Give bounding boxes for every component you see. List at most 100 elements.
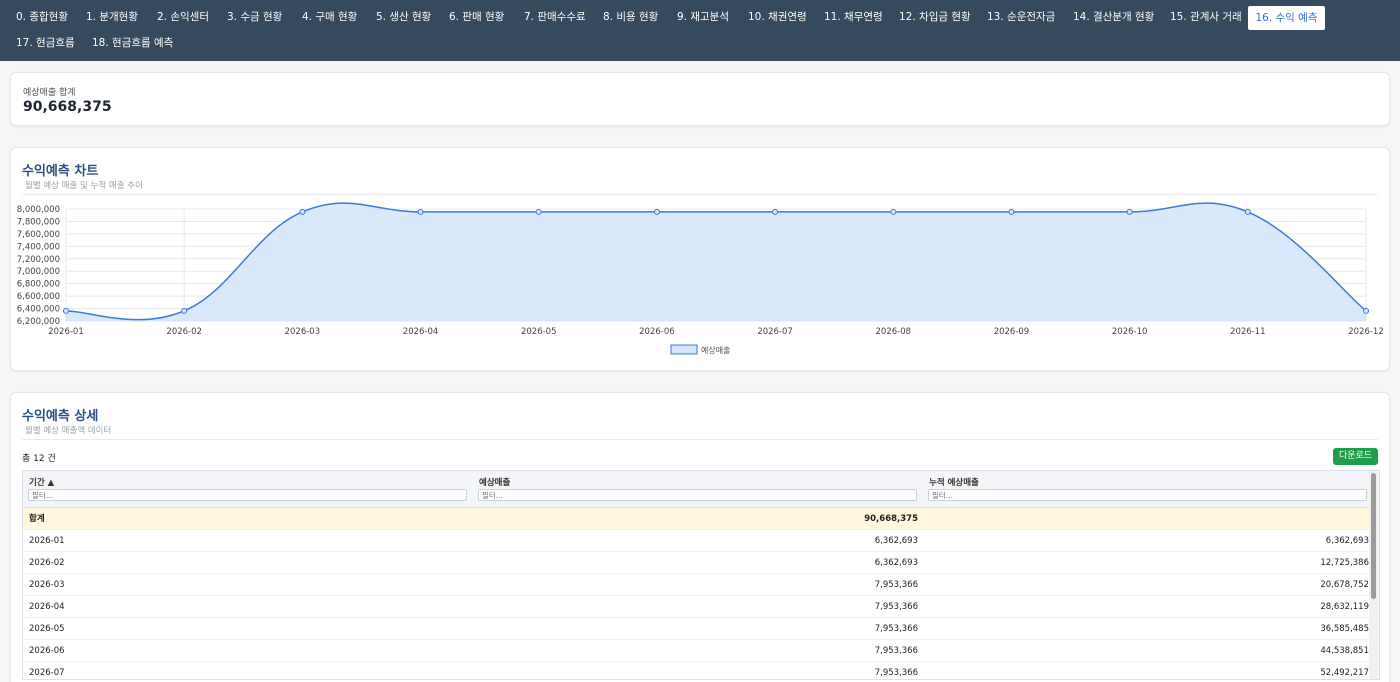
column-header-period[interactable]: 기간 ▲ bbox=[23, 471, 473, 508]
cell-period: 2026-01 bbox=[29, 536, 65, 546]
nav-tab-13[interactable]: 13. 순운전자금 bbox=[987, 5, 1055, 29]
column-header-sales[interactable]: 예상매출 bbox=[473, 471, 923, 508]
cell-cumulative: 12,725,386 bbox=[1320, 558, 1369, 568]
total-period: 합계 bbox=[29, 514, 45, 524]
y-tick-label: 7,000,000 bbox=[17, 267, 60, 277]
data-point-2026-06 bbox=[653, 208, 660, 215]
nav-tab-3[interactable]: 3. 수금 현황 bbox=[227, 5, 282, 29]
nav-tab-9[interactable]: 9. 재고분석 bbox=[677, 5, 729, 29]
nav-tab-10[interactable]: 10. 채권연령 bbox=[748, 5, 807, 29]
series-area-예상매출 bbox=[66, 203, 1366, 321]
nav-tab-5[interactable]: 5. 생산 현황 bbox=[376, 5, 431, 29]
cell-sales: 6,362,693 bbox=[874, 536, 918, 546]
x-tick-label: 2026-06 bbox=[639, 327, 675, 337]
nav-tab-7[interactable]: 7. 판매수수료 bbox=[524, 5, 586, 29]
total-cumulative bbox=[925, 508, 1369, 530]
filter-input-period[interactable] bbox=[28, 489, 467, 501]
scrollbar-thumb[interactable] bbox=[1371, 473, 1376, 599]
x-tick-label: 2026-10 bbox=[1112, 327, 1148, 337]
y-tick-label: 7,600,000 bbox=[17, 230, 60, 240]
table-header: 기간 ▲ 예상매출 누적 예상매출 bbox=[23, 471, 1369, 508]
column-header-cumulative[interactable]: 누적 예상매출 bbox=[923, 471, 1369, 508]
summary-label: 예상매출 합계 bbox=[23, 88, 76, 98]
cell-period: 2026-07 bbox=[29, 668, 65, 678]
nav-tab-15[interactable]: 15. 관계사 거래 bbox=[1170, 5, 1242, 29]
total-sales: 90,668,375 bbox=[864, 514, 918, 524]
data-point-2026-05 bbox=[535, 208, 542, 215]
cell-cumulative: 52,492,217 bbox=[1320, 668, 1369, 678]
y-tick-label: 6,400,000 bbox=[17, 305, 60, 315]
table-divider bbox=[22, 439, 1378, 440]
legend-label: 예상매출 bbox=[701, 345, 730, 355]
x-tick-label: 2026-07 bbox=[757, 327, 793, 337]
cell-sales: 7,953,366 bbox=[874, 668, 918, 678]
x-tick-label: 2026-11 bbox=[1230, 327, 1266, 337]
cell-period: 2026-05 bbox=[29, 624, 65, 634]
x-tick-label: 2026-01 bbox=[48, 327, 84, 337]
nav-tab-16[interactable]: 16. 수익 예측 bbox=[1248, 6, 1325, 30]
table-row: 2026-01 6,362,693 6,362,693 bbox=[23, 530, 1369, 552]
x-tick-label: 2026-09 bbox=[994, 327, 1030, 337]
y-tick-label: 7,200,000 bbox=[17, 255, 60, 265]
data-point-2026-10 bbox=[1126, 208, 1133, 215]
table-row: 2026-04 7,953,366 28,632,119 bbox=[23, 596, 1369, 618]
cell-cumulative: 20,678,752 bbox=[1320, 580, 1369, 590]
x-tick-label: 2026-02 bbox=[166, 327, 202, 337]
data-point-2026-03 bbox=[299, 208, 306, 215]
cell-cumulative: 44,538,851 bbox=[1320, 646, 1369, 656]
total-row: 합계 90,668,375 bbox=[23, 508, 1369, 530]
download-button[interactable]: 다운로드 bbox=[1333, 448, 1378, 465]
nav-tab-6[interactable]: 6. 판매 현황 bbox=[449, 5, 504, 29]
column-label-sales: 예상매출 bbox=[479, 478, 511, 488]
x-tick-label: 2026-08 bbox=[876, 327, 912, 337]
data-point-2026-02 bbox=[181, 307, 188, 314]
record-count: 총 12 건 bbox=[22, 454, 56, 464]
y-tick-label: 6,800,000 bbox=[17, 280, 60, 290]
cell-cumulative: 28,632,119 bbox=[1320, 602, 1369, 612]
table-section-subtitle: 월별 예상 매출액 데이터 bbox=[25, 426, 112, 436]
data-point-2026-07 bbox=[772, 208, 779, 215]
x-tick-label: 2026-12 bbox=[1348, 327, 1384, 337]
filter-input-cumulative[interactable] bbox=[928, 489, 1367, 501]
nav-tab-11[interactable]: 11. 채무연령 bbox=[824, 5, 883, 29]
data-point-2026-11 bbox=[1244, 208, 1251, 215]
top-navigation: 0. 종합현황 1. 분개현황 2. 손익센터 3. 수금 현황 4. 구매 현황 5. … bbox=[0, 0, 1400, 61]
cell-period: 2026-04 bbox=[29, 602, 65, 612]
cell-sales: 7,953,366 bbox=[874, 580, 918, 590]
column-label-period: 기간 ▲ bbox=[29, 478, 55, 488]
cell-sales: 7,953,366 bbox=[874, 624, 918, 634]
y-tick-label: 8,000,000 bbox=[17, 205, 60, 215]
table-row: 2026-03 7,953,366 20,678,752 bbox=[23, 574, 1369, 596]
summary-card: 예상매출 합계 90,668,375 bbox=[10, 72, 1390, 126]
table-row: 2026-02 6,362,693 12,725,386 bbox=[23, 552, 1369, 574]
table-section-title: 수익예측 상세 bbox=[22, 409, 99, 424]
y-tick-label: 6,200,000 bbox=[17, 317, 60, 327]
x-tick-label: 2026-05 bbox=[521, 327, 557, 337]
filter-input-sales[interactable] bbox=[478, 489, 917, 501]
nav-tab-2[interactable]: 2. 손익센터 bbox=[157, 5, 209, 29]
column-label-cumulative: 누적 예상매출 bbox=[929, 478, 979, 488]
nav-tab-0[interactable]: 0. 종합현황 bbox=[16, 5, 68, 29]
table-card: 수익예측 상세 월별 예상 매출액 데이터 총 12 건 다운로드 기간 ▲ 예… bbox=[10, 392, 1390, 682]
nav-tab-14[interactable]: 14. 결산분개 현황 bbox=[1073, 5, 1154, 29]
nav-tab-4[interactable]: 4. 구매 현황 bbox=[302, 5, 357, 29]
cell-sales: 6,362,693 bbox=[874, 558, 918, 568]
x-tick-label: 2026-04 bbox=[403, 327, 439, 337]
cell-period: 2026-02 bbox=[29, 558, 65, 568]
table-row: 2026-07 7,953,366 52,492,217 bbox=[23, 662, 1369, 679]
nav-tab-18[interactable]: 18. 현금흐름 예측 bbox=[92, 31, 173, 55]
nav-tab-8[interactable]: 8. 비용 현황 bbox=[603, 5, 658, 29]
data-point-2026-09 bbox=[1008, 208, 1015, 215]
legend-swatch bbox=[670, 344, 698, 355]
y-tick-label: 6,600,000 bbox=[17, 292, 60, 302]
data-point-2026-12 bbox=[1363, 307, 1369, 314]
nav-tab-1[interactable]: 1. 분개현황 bbox=[86, 5, 138, 29]
nav-tab-17[interactable]: 17. 현금흐름 bbox=[16, 31, 75, 55]
revenue-forecast-chart: 8,000,000 7,800,000 7,600,000 7,400,000 7,20… bbox=[17, 202, 1384, 355]
x-tick-label: 2026-03 bbox=[285, 327, 321, 337]
nav-tab-12[interactable]: 12. 차입금 현황 bbox=[899, 5, 971, 29]
table-scrollbar[interactable] bbox=[1369, 471, 1378, 679]
table-row: 2026-06 7,953,366 44,538,851 bbox=[23, 640, 1369, 662]
forecast-table: 기간 ▲ 예상매출 누적 예상매출 합계 90,668,375 2026-01 6… bbox=[22, 470, 1380, 680]
table-row: 2026-05 7,953,366 36,585,485 bbox=[23, 618, 1369, 640]
